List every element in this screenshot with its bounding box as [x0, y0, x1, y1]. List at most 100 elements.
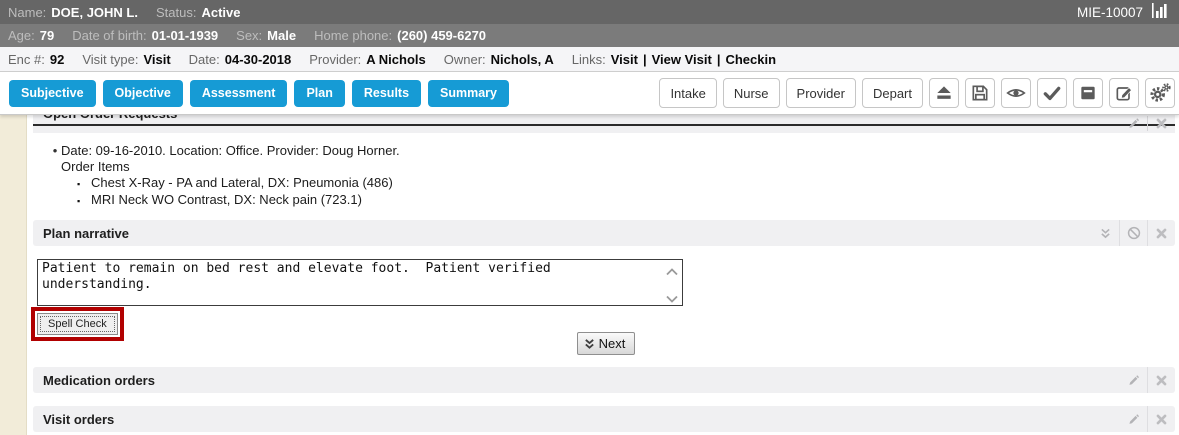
patient-age: 79: [40, 28, 54, 43]
next-button-label: Next: [599, 336, 626, 351]
order-item-text: MRI Neck WO Contrast, DX: Neck pain (723…: [91, 192, 362, 209]
ehr-window: Name: DOE, JOHN L. Status: Active MIE-10…: [0, 0, 1179, 435]
link-separator: |: [717, 52, 721, 67]
patient-status: Active: [201, 5, 240, 20]
section-visit-orders: Visit orders: [33, 406, 1175, 432]
close-icon: [1156, 118, 1167, 129]
provider-label: Provider:: [309, 52, 361, 67]
note-content: Open Order Requests • Date: 09-16-2010. …: [0, 103, 1179, 432]
pencil-icon: [1127, 374, 1140, 387]
pencil-icon: [1127, 117, 1140, 130]
edit-icon: [1114, 83, 1134, 103]
chevron-double-down-icon: [1099, 227, 1112, 240]
patient-banner-row1: Name: DOE, JOHN L. Status: Active MIE-10…: [0, 0, 1179, 24]
close-icon: [1156, 228, 1167, 239]
plan-narrative-input[interactable]: Patient to remain on bed rest and elevat…: [38, 260, 682, 305]
remove-section-button[interactable]: [1147, 220, 1175, 246]
patient-banner-row2: Age: 79 Date of birth: 01-01-1939 Sex: M…: [0, 24, 1179, 47]
save-icon: [970, 83, 990, 103]
link-separator: |: [643, 52, 647, 67]
edit-note-button[interactable]: [1109, 78, 1139, 108]
scroll-down-icon[interactable]: [665, 291, 679, 301]
section-title-plan-narrative: Plan narrative: [33, 226, 129, 241]
visit-type: Visit: [143, 52, 170, 67]
pencil-icon: [1127, 413, 1140, 426]
remove-section-button[interactable]: [1147, 116, 1175, 131]
name-label: Name:: [8, 5, 46, 20]
chevron-double-down-icon: [584, 338, 595, 350]
sex-label: Sex:: [236, 28, 262, 43]
edit-section-button[interactable]: [1119, 367, 1147, 393]
enc-date-label: Date:: [189, 52, 220, 67]
plan-narrative-textbox: Patient to remain on bed rest and elevat…: [37, 259, 683, 306]
preview-button[interactable]: [1001, 78, 1031, 108]
dob-label: Date of birth:: [72, 28, 146, 43]
chart-stats-icon[interactable]: [1152, 3, 1169, 21]
patient-name: DOE, JOHN L.: [51, 5, 138, 20]
remove-section-button[interactable]: [1147, 367, 1175, 393]
edit-section-button[interactable]: [1119, 406, 1147, 432]
provider-button[interactable]: Provider: [786, 78, 856, 108]
scroll-up-icon[interactable]: [665, 264, 679, 274]
section-title-visit-orders: Visit orders: [33, 412, 114, 427]
order-item-text: Chest X-Ray - PA and Lateral, DX: Pneumo…: [91, 175, 393, 192]
edit-section-button[interactable]: [1119, 116, 1147, 131]
settings-button[interactable]: [1145, 78, 1175, 108]
next-button[interactable]: Next: [577, 332, 636, 355]
tab-summary[interactable]: Summary: [428, 80, 509, 107]
sign-button[interactable]: [1037, 78, 1067, 108]
ban-icon: [1127, 226, 1141, 240]
archive-box-icon: [1078, 83, 1098, 103]
owner-name: Nichols, A: [491, 52, 554, 67]
phone-label: Home phone:: [314, 28, 392, 43]
provider-name: A Nichols: [366, 52, 425, 67]
close-icon: [1156, 414, 1167, 425]
tab-plan[interactable]: Plan: [294, 80, 344, 107]
patient-sex: Male: [267, 28, 296, 43]
tab-assessment[interactable]: Assessment: [190, 80, 288, 107]
section-plan-narrative: Plan narrative: [33, 220, 1175, 246]
section-medication-orders: Medication orders: [33, 367, 1175, 393]
remove-section-button[interactable]: [1147, 406, 1175, 432]
plan-narrative-body: Patient to remain on bed rest and elevat…: [33, 246, 1175, 367]
visit-type-label: Visit type:: [82, 52, 138, 67]
patient-dob: 01-01-1939: [152, 28, 219, 43]
chart-toolbar: Subjective Objective Assessment Plan Res…: [0, 72, 1179, 115]
square-bullet: ▪: [77, 175, 91, 192]
eye-icon: [1006, 83, 1026, 103]
depart-button[interactable]: Depart: [862, 78, 923, 108]
links-label: Links:: [572, 52, 606, 67]
enc-label: Enc #:: [8, 52, 45, 67]
link-checkin[interactable]: Checkin: [725, 52, 776, 67]
order-request-summary: Date: 09-16-2010. Location: Office. Prov…: [61, 143, 400, 159]
close-icon: [1156, 375, 1167, 386]
link-visit[interactable]: Visit: [611, 52, 638, 67]
save-button[interactable]: [965, 78, 995, 108]
check-icon: [1042, 83, 1062, 103]
tab-subjective[interactable]: Subjective: [9, 80, 96, 107]
gears-icon: [1149, 82, 1171, 104]
patient-phone: (260) 459-6270: [397, 28, 486, 43]
intake-button[interactable]: Intake: [659, 78, 716, 108]
link-view-visit[interactable]: View Visit: [652, 52, 712, 67]
eject-button[interactable]: [929, 78, 959, 108]
encounter-info-row: Enc #: 92 Visit type: Visit Date: 04-30-…: [0, 47, 1179, 72]
enc-date: 04-30-2018: [225, 52, 292, 67]
bullet: •: [49, 143, 61, 159]
archive-button[interactable]: [1073, 78, 1103, 108]
collapse-section-button[interactable]: [1091, 220, 1119, 246]
tab-results[interactable]: Results: [352, 80, 421, 107]
nurse-button[interactable]: Nurse: [723, 78, 780, 108]
order-item: ▪ MRI Neck WO Contrast, DX: Neck pain (7…: [77, 192, 1175, 209]
age-label: Age:: [8, 28, 35, 43]
disable-section-button[interactable]: [1119, 220, 1147, 246]
section-title-medication-orders: Medication orders: [33, 373, 155, 388]
tab-objective[interactable]: Objective: [103, 80, 183, 107]
owner-label: Owner:: [444, 52, 486, 67]
system-id: MIE-10007: [1077, 5, 1143, 20]
square-bullet: ▪: [77, 192, 91, 209]
open-order-requests-body: • Date: 09-16-2010. Location: Office. Pr…: [33, 133, 1175, 220]
left-margin-strip: [0, 103, 27, 435]
enc-number: 92: [50, 52, 64, 67]
note-tabs: Subjective Objective Assessment Plan Res…: [9, 80, 509, 107]
